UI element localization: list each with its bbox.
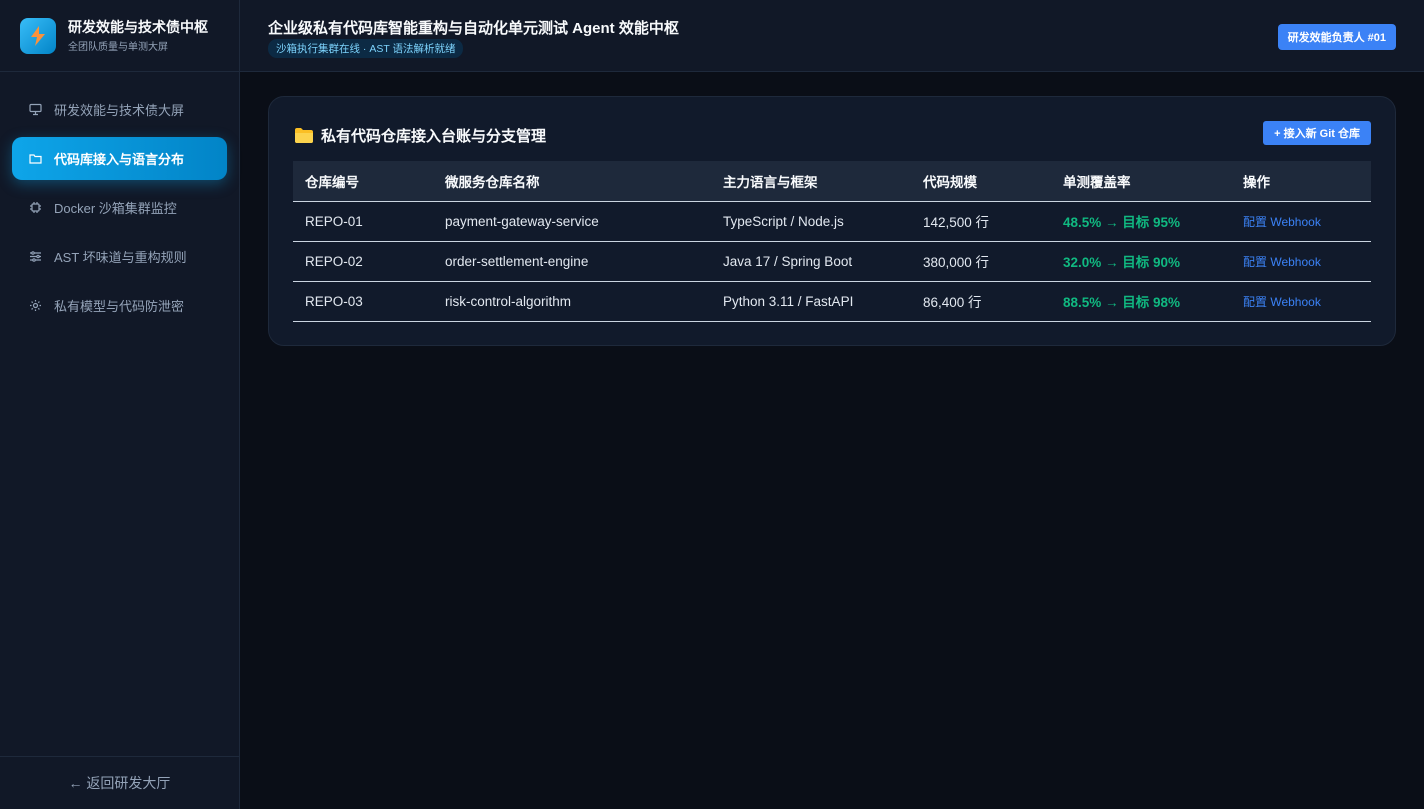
brand: 研发效能与技术债中枢 全团队质量与单测大屏	[0, 0, 239, 72]
folder-icon	[295, 128, 313, 143]
monitor-icon	[28, 103, 42, 117]
panel-title: 私有代码仓库接入台账与分支管理	[295, 125, 546, 146]
table-row: REPO-03 risk-control-algorithm Python 3.…	[293, 281, 1371, 322]
user-badge[interactable]: 研发效能负责人 #01	[1277, 24, 1396, 50]
brand-title: 研发效能与技术债中枢	[68, 19, 208, 35]
configure-webhook-link[interactable]: 配置 Webhook	[1243, 255, 1321, 269]
folder-icon	[28, 152, 42, 166]
column-header: 单测覆盖率	[1051, 161, 1231, 202]
repo-lang: Java 17 / Spring Boot	[711, 241, 911, 282]
sliders-icon	[28, 250, 42, 264]
gear-icon	[28, 299, 42, 313]
repo-name: risk-control-algorithm	[433, 281, 711, 322]
column-header: 仓库编号	[293, 161, 433, 202]
table-header-row: 仓库编号 微服务仓库名称 主力语言与框架 代码规模 单测覆盖率 操作	[293, 161, 1371, 202]
chip-icon	[28, 201, 42, 215]
column-header: 主力语言与框架	[711, 161, 911, 202]
repo-name: order-settlement-engine	[433, 241, 711, 282]
brand-subtitle: 全团队质量与单测大屏	[68, 42, 168, 53]
repo-lang: TypeScript / Node.js	[711, 201, 911, 242]
repo-panel: 私有代码仓库接入台账与分支管理 + 接入新 Git 仓库 仓库编号 微服务仓库名…	[268, 96, 1396, 346]
repo-id: REPO-03	[293, 281, 433, 322]
sidebar-item-dashboard[interactable]: 研发效能与技术债大屏	[12, 88, 227, 131]
panel-title-text: 私有代码仓库接入台账与分支管理	[321, 128, 547, 145]
sidebar-item-repos[interactable]: 代码库接入与语言分布	[12, 137, 227, 180]
column-header: 操作	[1231, 161, 1371, 202]
sidebar-item-label: AST 坏味道与重构规则	[54, 250, 187, 265]
configure-webhook-link[interactable]: 配置 Webhook	[1243, 215, 1321, 229]
configure-webhook-link[interactable]: 配置 Webhook	[1243, 295, 1321, 309]
repo-coverage: 32.0% → 目标 90%	[1051, 241, 1231, 282]
repo-size: 380,000 行	[911, 241, 1051, 282]
table-row: REPO-01 payment-gateway-service TypeScri…	[293, 201, 1371, 242]
top-header: 企业级私有代码库智能重构与自动化单元测试 Agent 效能中枢 沙箱执行集群在线…	[240, 0, 1424, 72]
repo-size: 86,400 行	[911, 281, 1051, 322]
sidebar-item-docker[interactable]: Docker 沙箱集群监控	[12, 186, 227, 229]
repo-coverage: 88.5% → 目标 98%	[1051, 281, 1231, 322]
sidebar: 研发效能与技术债中枢 全团队质量与单测大屏 研发效能与技术债大屏 代码库接入与语…	[0, 0, 240, 809]
add-git-repo-button[interactable]: + 接入新 Git 仓库	[1263, 121, 1371, 145]
repo-lang: Python 3.11 / FastAPI	[711, 281, 911, 322]
repo-coverage: 48.5% → 目标 95%	[1051, 201, 1231, 242]
page-title: 企业级私有代码库智能重构与自动化单元测试 Agent 效能中枢	[268, 20, 679, 37]
repo-name: payment-gateway-service	[433, 201, 711, 242]
repo-id: REPO-02	[293, 241, 433, 282]
table-row: REPO-02 order-settlement-engine Java 17 …	[293, 241, 1371, 282]
sidebar-item-label: 代码库接入与语言分布	[54, 152, 185, 167]
sidebar-item-label: Docker 沙箱集群监控	[54, 201, 177, 216]
column-header: 微服务仓库名称	[433, 161, 711, 202]
sidebar-item-private-model[interactable]: 私有模型与代码防泄密	[12, 284, 227, 327]
repo-id: REPO-01	[293, 201, 433, 242]
sidebar-nav: 研发效能与技术债大屏 代码库接入与语言分布 Docker 沙箱集群监控 AST …	[0, 72, 239, 327]
repo-table: 仓库编号 微服务仓库名称 主力语言与框架 代码规模 单测覆盖率 操作 REPO-…	[293, 161, 1371, 322]
sidebar-item-label: 私有模型与代码防泄密	[54, 299, 185, 314]
status-badge: 沙箱执行集群在线 · AST 语法解析就绪	[268, 39, 464, 58]
sidebar-item-ast-rules[interactable]: AST 坏味道与重构规则	[12, 235, 227, 278]
lightning-icon	[20, 17, 56, 54]
sidebar-item-label: 研发效能与技术债大屏	[54, 103, 185, 118]
column-header: 代码规模	[911, 161, 1051, 202]
back-to-hall-link[interactable]: ← 返回研发大厅	[0, 756, 239, 809]
repo-size: 142,500 行	[911, 201, 1051, 242]
